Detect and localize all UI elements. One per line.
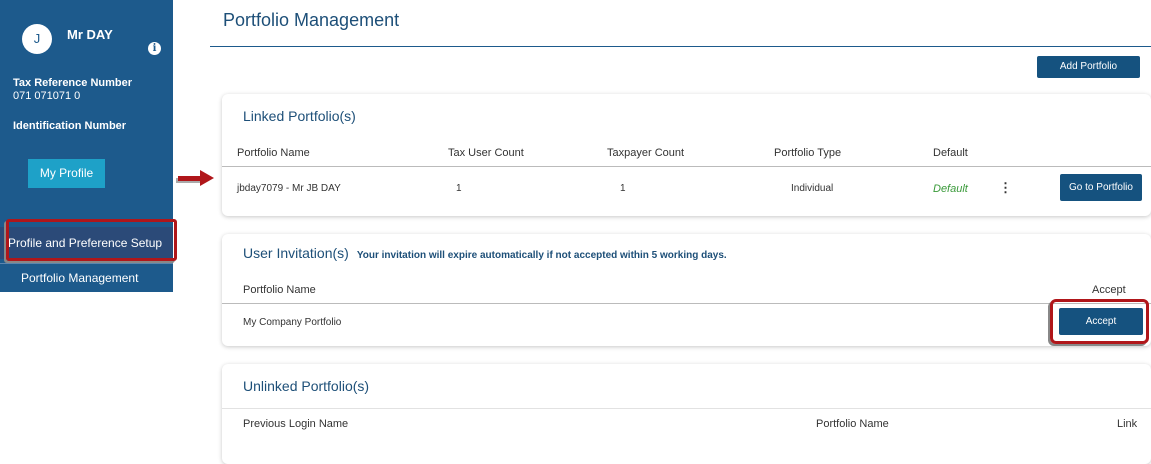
portfolio-type-cell: Individual	[791, 183, 834, 194]
user-invitations-title-text: User Invitation(s)	[243, 245, 349, 261]
taxpayer-count-cell: 1	[620, 183, 626, 194]
portfolio-name-cell: jbday7079 - Mr JB DAY	[237, 183, 341, 194]
column-header-accept: Accept	[1092, 284, 1126, 296]
column-header-taxpayer-count: Taxpayer Count	[607, 147, 685, 159]
info-icon[interactable]: i	[148, 42, 161, 55]
column-header-portfolio-name: Portfolio Name	[816, 418, 889, 430]
tax-reference-label: Tax Reference Number	[13, 77, 133, 89]
column-header-default: Default	[933, 147, 968, 159]
linked-portfolios-card: Linked Portfolio(s) Portfolio Name Tax U…	[222, 94, 1151, 216]
invitation-expiry-note: Your invitation will expire automaticall…	[356, 250, 727, 261]
title-divider	[210, 46, 1151, 47]
column-header-portfolio-name: Portfolio Name	[237, 147, 310, 159]
identification-label: Identification Number	[13, 120, 127, 132]
title-divider	[222, 408, 1151, 409]
sidebar-item-portfolio-management[interactable]: Portfolio Management	[0, 264, 173, 292]
column-header-tax-user-count: Tax User Count	[448, 147, 524, 159]
avatar[interactable]: J	[22, 24, 52, 54]
right-arrow-annotation-icon	[200, 170, 214, 186]
unlinked-portfolios-card: Unlinked Portfolio(s) Previous Login Nam…	[222, 364, 1151, 464]
profile-preference-highlight-box	[6, 219, 177, 261]
default-status: Default	[933, 183, 968, 195]
add-portfolio-button[interactable]: Add Portfolio	[1037, 56, 1140, 78]
header-divider	[222, 303, 1151, 304]
column-header-portfolio-type: Portfolio Type	[774, 147, 842, 159]
unlinked-portfolios-title: Unlinked Portfolio(s)	[243, 378, 370, 394]
tax-user-count-cell: 1	[456, 183, 462, 194]
go-to-portfolio-button[interactable]: Go to Portfolio	[1060, 174, 1142, 201]
user-invitations-title: User Invitation(s) Your invitation will e…	[243, 245, 727, 261]
page-title: Portfolio Management	[223, 10, 400, 30]
kebab-menu-icon[interactable]: ⋮	[999, 181, 1012, 194]
tax-reference-value: 071 071071 0	[13, 90, 81, 102]
right-arrow-annotation-shaft	[178, 176, 202, 181]
accept-highlight-box	[1050, 299, 1149, 344]
user-invitations-card: User Invitation(s) Your invitation will e…	[222, 234, 1151, 346]
invitation-portfolio-name: My Company Portfolio	[243, 317, 342, 328]
column-header-link: Link	[1117, 418, 1138, 430]
user-name: Mr DAY	[67, 27, 113, 42]
column-header-previous-login-name: Previous Login Name	[243, 418, 349, 430]
header-divider	[222, 166, 1151, 167]
column-header-portfolio-name: Portfolio Name	[243, 284, 316, 296]
linked-portfolios-title: Linked Portfolio(s)	[243, 108, 356, 124]
my-profile-button[interactable]: My Profile	[28, 159, 105, 188]
